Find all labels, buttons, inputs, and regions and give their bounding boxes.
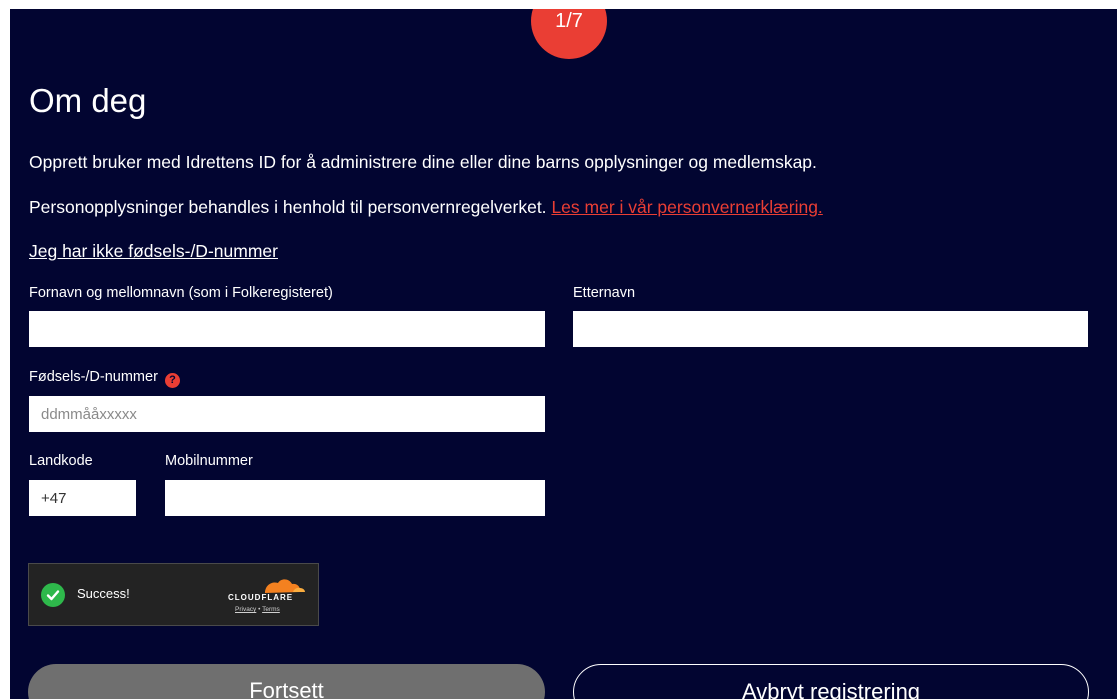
captcha-privacy-link[interactable]: Privacy	[235, 606, 256, 613]
step-badge: 1/7	[531, 9, 607, 59]
continue-button-label: Fortsett	[249, 678, 324, 699]
birthnumber-input[interactable]	[29, 396, 545, 432]
mobile-input[interactable]	[165, 480, 545, 516]
step-badge-label: 1/7	[555, 10, 583, 32]
cancel-registration-button[interactable]: Avbryt registrering	[573, 664, 1089, 699]
countrycode-input[interactable]	[29, 480, 136, 516]
no-birthnumber-link[interactable]: Jeg har ikke fødsels-/D-nummer	[29, 239, 278, 263]
intro-text: Opprett bruker med Idrettens ID for å ad…	[29, 152, 817, 172]
birthnumber-label-row: Fødsels-/D-nummer ?	[29, 368, 180, 388]
mobile-label: Mobilnummer	[165, 453, 253, 469]
privacy-policy-link[interactable]: Les mer i vår personvernerklæring.	[551, 197, 822, 217]
registration-panel: 1/7 Om deg Opprett bruker med Idrettens …	[10, 9, 1117, 699]
privacy-text: Personopplysninger behandles i henhold t…	[29, 197, 547, 217]
page-title: Om deg	[29, 82, 147, 119]
cancel-button-label: Avbryt registrering	[741, 679, 921, 699]
checkmark-icon	[41, 583, 65, 607]
continue-button[interactable]: Fortsett	[28, 664, 545, 699]
privacy-notice: Personopplysninger behandles i henhold t…	[29, 195, 823, 219]
birthnumber-label: Fødsels-/D-nummer	[29, 369, 158, 385]
lastname-label: Etternavn	[573, 285, 636, 301]
cloudflare-wordmark: CLOUDFLARE	[228, 593, 294, 602]
countrycode-label: Landkode	[29, 453, 93, 469]
captcha-status: Success!	[77, 586, 130, 601]
lastname-input[interactable]	[573, 311, 1088, 347]
captcha-link-separator: •	[258, 606, 261, 613]
captcha-terms-link[interactable]: Terms	[262, 606, 280, 613]
captcha-links: Privacy • Terms	[235, 606, 280, 613]
firstname-input[interactable]	[29, 311, 545, 347]
cloudflare-captcha-widget[interactable]: Success! CLOUDFLARE Privacy • Terms	[28, 563, 319, 626]
firstname-label: Fornavn og mellomnavn (som i Folkeregist…	[29, 285, 333, 301]
question-circle-icon[interactable]: ?	[164, 372, 180, 388]
